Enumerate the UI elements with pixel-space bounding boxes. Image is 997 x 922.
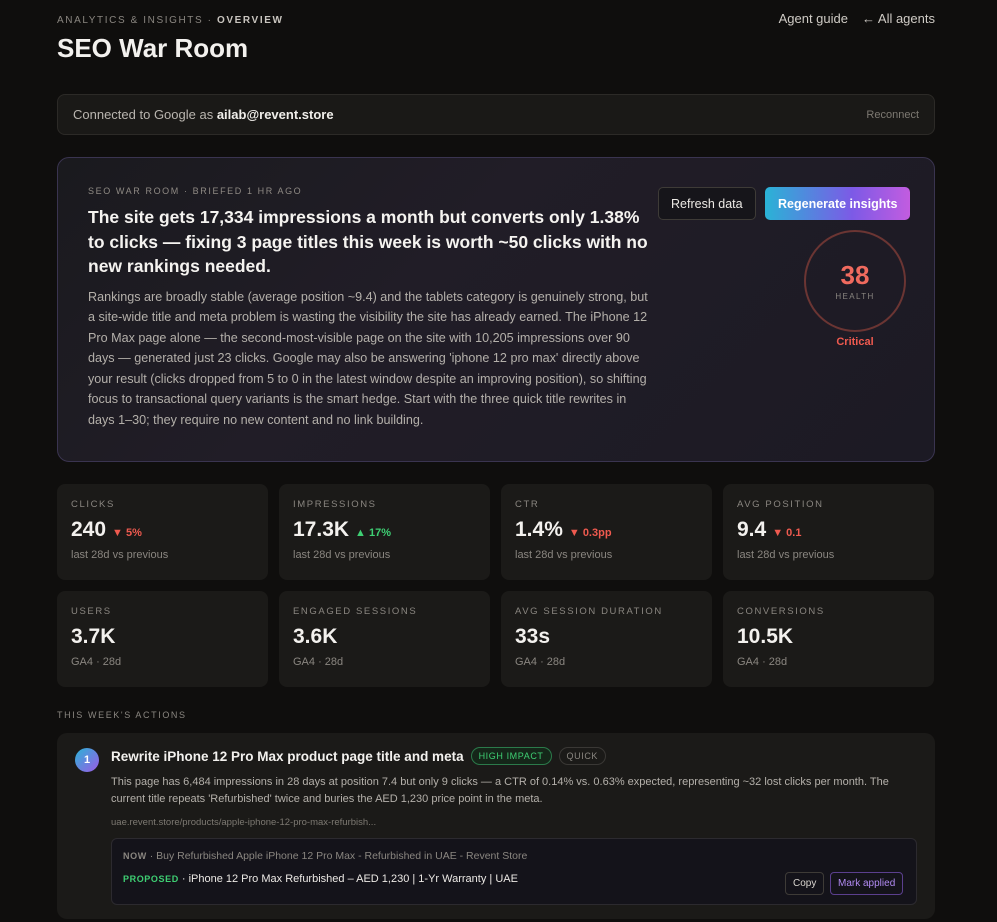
- metric-subtext: last 28d vs previous: [515, 549, 613, 561]
- page-title: SEO War Room: [57, 33, 249, 63]
- proposed-label: PROPOSED: [123, 874, 179, 884]
- metric-subtext: GA4 · 28d: [71, 656, 122, 668]
- metric-card-ctr: CTR 1.4% ▼ 0.3pp last 28d vs previous: [501, 484, 712, 580]
- top-links: Agent guide ← All agents: [779, 11, 935, 26]
- action-number-badge: 1: [75, 748, 99, 772]
- agent-guide-link[interactable]: Agent guide: [779, 11, 848, 26]
- impact-badge: HIGH IMPACT: [470, 747, 552, 765]
- metric-label: IMPRESSIONS: [293, 499, 377, 510]
- breadcrumb: ANALYTICS & INSIGHTS · OVERVIEW: [57, 15, 284, 26]
- action-header: Rewrite iPhone 12 Pro Max product page t…: [111, 747, 607, 765]
- health-status: Critical: [836, 336, 874, 348]
- metric-value: 240: [71, 518, 107, 541]
- health-label: HEALTH: [835, 292, 875, 301]
- briefing-body: Rankings are broadly stable (average pos…: [88, 289, 648, 427]
- metric-delta: ▲ 17%: [355, 527, 392, 539]
- health-score: 38: [840, 260, 870, 290]
- metric-subtext: GA4 · 28d: [737, 656, 788, 668]
- briefing-headline: The site gets 17,334 impressions a month…: [88, 207, 648, 276]
- metric-subtext: last 28d vs previous: [737, 549, 835, 561]
- breadcrumb-section[interactable]: ANALYTICS & INSIGHTS: [57, 15, 203, 26]
- action-title: Rewrite iPhone 12 Pro Max product page t…: [111, 748, 464, 764]
- proposed-title: · iPhone 12 Pro Max Refurbished – AED 1,…: [178, 873, 518, 885]
- breadcrumb-separator: ·: [203, 15, 217, 26]
- metric-card-avg-position: AVG POSITION 9.4 ▼ 0.1 last 28d vs previo…: [723, 484, 934, 580]
- metric-value: 3.7K: [71, 625, 116, 648]
- metric-subtext: last 28d vs previous: [293, 549, 391, 561]
- all-agents-link[interactable]: ← All agents: [862, 11, 935, 26]
- action-description: This page has 6,484 impressions in 28 da…: [111, 776, 889, 805]
- metric-label: AVG SESSION DURATION: [515, 606, 663, 617]
- effort-badge: QUICK: [558, 747, 607, 765]
- actions-section-label: THIS WEEK'S ACTIONS: [57, 710, 187, 720]
- metric-label: ENGAGED SESSIONS: [293, 606, 418, 617]
- metric-label: AVG POSITION: [737, 499, 824, 510]
- metric-value: 10.5K: [737, 625, 794, 648]
- action-card: 1 Rewrite iPhone 12 Pro Max product page…: [57, 733, 935, 919]
- metric-card-clicks: CLICKS 240 ▼ 5% last 28d vs previous: [57, 484, 268, 580]
- metric-value: 9.4: [737, 518, 767, 541]
- metric-card-users: USERS 3.7K GA4 · 28d: [57, 591, 268, 687]
- briefing-card: SEO WAR ROOM · BRIEFED 1 HR AGO The site…: [57, 157, 935, 462]
- metric-label: CTR: [515, 499, 540, 510]
- metric-label: USERS: [71, 606, 112, 617]
- connection-status: Connected to Google as ailab@revent.stor…: [73, 107, 334, 122]
- breadcrumb-current: OVERVIEW: [216, 15, 284, 26]
- title-diff-box: NOW · Buy Refurbished Apple iPhone 12 Pr…: [111, 838, 917, 905]
- metric-delta: ▼ 5%: [112, 527, 142, 539]
- copy-button[interactable]: Copy: [785, 872, 825, 895]
- metric-card-impressions: IMPRESSIONS 17.3K ▲ 17% last 28d vs previ…: [279, 484, 490, 580]
- metric-card-conversions: CONVERSIONS 10.5K GA4 · 28d: [723, 591, 934, 687]
- regenerate-insights-button[interactable]: Regenerate insights: [765, 187, 911, 220]
- metric-card-avg-session-duration: AVG SESSION DURATION 33s GA4 · 28d: [501, 591, 712, 687]
- metric-value: 33s: [515, 625, 551, 648]
- metric-value: 1.4%: [515, 518, 563, 541]
- health-score-ring: 38 HEALTH: [804, 230, 906, 332]
- metric-delta: ▼ 0.3pp: [568, 527, 612, 539]
- current-title: · Buy Refurbished Apple iPhone 12 Pro Ma…: [146, 850, 528, 862]
- metric-subtext: last 28d vs previous: [71, 549, 169, 561]
- metric-label: CLICKS: [71, 499, 115, 510]
- action-url[interactable]: uae.revent.store/products/apple-iphone-1…: [111, 817, 376, 828]
- now-label: NOW: [123, 851, 147, 861]
- connected-email: ailab@revent.store: [216, 107, 334, 122]
- reconnect-link[interactable]: Reconnect: [866, 109, 919, 121]
- metric-value: 17.3K: [293, 518, 350, 541]
- metric-value: 3.6K: [293, 625, 338, 648]
- metric-delta: ▼ 0.1: [772, 527, 802, 539]
- refresh-data-button[interactable]: Refresh data: [658, 187, 756, 220]
- current-title-row: NOW · Buy Refurbished Apple iPhone 12 Pr…: [123, 850, 905, 862]
- connection-bar: Connected to Google as ailab@revent.stor…: [57, 94, 935, 135]
- metric-subtext: GA4 · 28d: [515, 656, 566, 668]
- metric-card-engaged-sessions: ENGAGED SESSIONS 3.6K GA4 · 28d: [279, 591, 490, 687]
- connection-prefix: Connected to Google as: [73, 107, 217, 122]
- metric-label: CONVERSIONS: [737, 606, 825, 617]
- mark-applied-button[interactable]: Mark applied: [830, 872, 904, 895]
- metric-subtext: GA4 · 28d: [293, 656, 344, 668]
